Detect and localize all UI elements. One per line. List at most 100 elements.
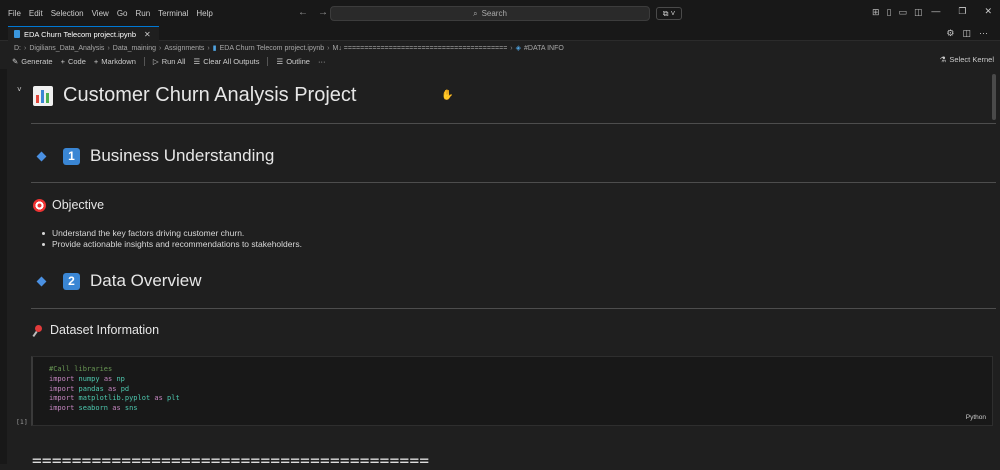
editor-tab-bar: EDA Churn Telecom project.ipynb ✕ ⚙ ◫ ··… [0,26,1000,41]
search-placeholder: Search [481,9,507,18]
breadcrumb-file[interactable]: EDA Churn Telecom project.ipynb [220,45,325,52]
markdown-label: Markdown [101,56,136,66]
navigation-arrows: ← → [298,7,328,18]
menu-help[interactable]: Help [192,9,216,18]
notebook-file-icon: ▮ [212,45,217,52]
blue-diamond-icon [36,276,47,286]
select-kernel-label: Select Kernel [949,55,994,64]
run-all-button[interactable]: ▷ Run All [153,57,186,66]
code-keyword: as [108,384,117,393]
window-controls: — ❐ ✕ [931,6,992,17]
notebook-title: Customer Churn Analysis Project [33,84,356,107]
bar-chart-icon [33,85,53,106]
chevron-right-icon: › [24,44,27,52]
breadcrumb-drive[interactable]: D: [14,45,21,52]
notebook-file-icon [14,30,20,38]
code-alias: np [116,374,125,383]
add-code-button[interactable]: + Code [61,57,86,66]
generate-label: Generate [21,56,53,66]
objective-title: Objective [52,198,105,212]
section-title: Business Understanding [90,146,275,165]
scrollbar[interactable] [992,74,996,120]
toggle-secondary-sidebar-icon[interactable]: ◫ [914,7,923,18]
breadcrumb-folder[interactable]: Data_maining [113,45,156,52]
menu-selection[interactable]: Selection [47,9,88,18]
code-keyword: as [103,374,113,383]
notebook-toolbar: ✎ Generate + Code + Markdown ▷ Run All ☰ Clea… [12,55,333,67]
chevron-down-icon[interactable]: ˅ [17,85,22,94]
divider [31,308,996,309]
forward-arrow-icon[interactable]: → [318,7,328,18]
activity-bar-edge [0,69,7,464]
breadcrumb-heading[interactable]: #DATA INFO [524,45,564,52]
pushpin-icon [33,324,44,336]
toggle-panel-icon[interactable]: ▭ [899,7,908,18]
objective-list: Understand the key factors driving custo… [40,228,302,250]
minimize-icon[interactable]: — [931,6,940,17]
more-actions-icon[interactable]: ··· [979,28,988,39]
divider [31,182,996,183]
code-keyword: import [49,384,75,393]
copilot-button[interactable]: ⧉ ˅ [656,7,682,20]
title-bar: File Edit Selection View Go Run Terminal… [0,0,1000,26]
code-keyword: as [154,394,163,403]
toggle-sidebar-icon[interactable]: ▯ [887,7,892,18]
menu-run[interactable]: Run [131,9,154,18]
code-alias: plt [167,394,180,403]
chevron-right-icon: › [107,44,110,52]
add-markdown-button[interactable]: + Markdown [94,57,136,66]
section-title: Data Overview [90,271,202,290]
code-module: numpy [78,374,100,383]
dataset-info-heading: Dataset Information [33,323,159,337]
blue-diamond-icon [36,151,47,161]
chevron-right-icon: › [327,44,330,52]
code-keyword: import [49,374,75,383]
objective-heading: Objective [33,198,104,212]
code-module: seaborn [78,404,109,413]
search-icon: ⌕ [473,8,478,18]
back-arrow-icon[interactable]: ← [298,7,308,18]
markdown-separator: ======================================== [32,451,430,470]
restore-icon[interactable]: ❐ [958,6,966,17]
execution-count: [1] [16,418,28,426]
clear-outputs-button[interactable]: ☰ Clear All Outputs [193,57,259,66]
breadcrumb-markdown-cell[interactable]: M↓ =====================================… [333,45,508,52]
gear-icon[interactable]: ⚙ [946,28,954,39]
outline-button[interactable]: ☰ Outline [276,57,310,66]
breadcrumb: D: › Digilians_Data_Analysis › Data_mainin… [14,43,564,53]
close-icon[interactable]: ✕ [144,30,151,39]
select-kernel-button[interactable]: ⚗ Select Kernel [940,55,994,64]
code-label: Code [67,56,86,66]
generate-button[interactable]: ✎ Generate [12,57,53,66]
menu-edit[interactable]: Edit [25,9,47,18]
close-window-icon[interactable]: ✕ [984,6,992,17]
outline-label: Outline [286,56,310,66]
list-item: Understand the key factors driving custo… [40,228,302,239]
chevron-right-icon: › [158,44,162,52]
toolbar-divider [143,56,145,66]
chevron-right-icon: › [510,44,513,52]
keycap-one-icon: 1 [63,147,80,165]
code-editor[interactable]: #Call libraries import numpy as np impor… [49,365,180,414]
cell-language-label[interactable]: Python [966,414,986,421]
more-toolbar-button[interactable]: ··· [318,57,326,66]
play-icon: ▷ [152,56,159,66]
menu-go[interactable]: Go [113,9,132,18]
menu-terminal[interactable]: Terminal [154,9,192,18]
tab-notebook[interactable]: EDA Churn Telecom project.ipynb ✕ [8,26,159,41]
breadcrumb-folder[interactable]: Digilians_Data_Analysis [29,45,104,52]
code-module: pandas [78,384,104,393]
command-center-search[interactable]: ⌕ Search [330,6,650,21]
menu-view[interactable]: View [88,9,113,18]
code-cell[interactable]: #Call libraries import numpy as np impor… [31,356,993,426]
code-keyword: import [49,404,75,413]
run-all-label: Run All [161,56,186,66]
code-keyword: import [49,394,75,403]
customize-layout-icon[interactable]: ⊞ [872,7,880,18]
breadcrumb-folder[interactable]: Assignments [164,45,204,52]
menu-file[interactable]: File [4,9,25,18]
split-editor-icon[interactable]: ◫ [962,28,971,39]
hand-cursor-icon: ✋ [441,90,454,101]
chevron-right-icon: › [207,44,210,52]
editor-actions: ⚙ ◫ ··· [946,28,988,39]
